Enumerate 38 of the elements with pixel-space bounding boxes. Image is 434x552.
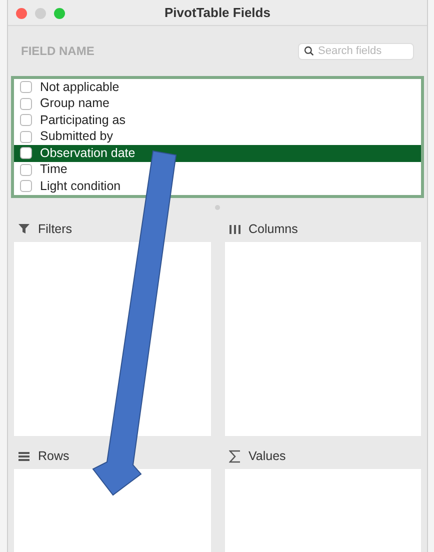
field-label: Light condition (40, 178, 121, 195)
search-input: Search fields (318, 42, 408, 60)
field-label: Not applicable (40, 79, 120, 96)
field-item[interactable]: Time (14, 162, 421, 178)
checkbox[interactable] (20, 98, 32, 110)
field-item[interactable]: Observation date (14, 145, 421, 162)
field-item[interactable]: Not applicable (14, 79, 421, 96)
rows-icon (18, 450, 30, 462)
columns-icon (228, 224, 240, 234)
area-label: Columns (248, 220, 298, 238)
field-item[interactable]: Participating as (14, 112, 421, 128)
close-icon[interactable] (16, 8, 27, 19)
checkbox[interactable] (20, 180, 32, 192)
checkbox[interactable] (20, 114, 32, 126)
splitter-handle[interactable] (215, 204, 220, 210)
field-name-header: FIELD NAME (21, 43, 94, 60)
window-title: PivotTable Fields (164, 4, 270, 22)
search-field[interactable]: Search fields (298, 42, 414, 60)
area-label: Rows (38, 448, 70, 465)
field-label: Observation date (40, 144, 136, 162)
minimize-icon[interactable] (35, 8, 46, 19)
sigma-icon (228, 450, 240, 462)
field-label: Group name (40, 95, 110, 112)
field-label: Submitted by (40, 128, 113, 146)
checkbox[interactable] (20, 164, 32, 176)
field-label: Time (40, 161, 68, 178)
field-item[interactable]: Light condition (14, 178, 421, 194)
field-item[interactable]: Group name (14, 96, 421, 112)
field-label: Participating as (40, 112, 126, 129)
area-label: Values (248, 448, 286, 465)
checkbox[interactable] (20, 81, 32, 94)
search-icon (304, 45, 314, 57)
zoom-icon[interactable] (54, 8, 65, 19)
field-item[interactable]: Submitted by (14, 128, 421, 145)
filter-icon (18, 223, 30, 235)
checkbox[interactable] (20, 130, 32, 143)
area-label: Filters (38, 220, 72, 238)
checkbox[interactable] (20, 147, 32, 160)
